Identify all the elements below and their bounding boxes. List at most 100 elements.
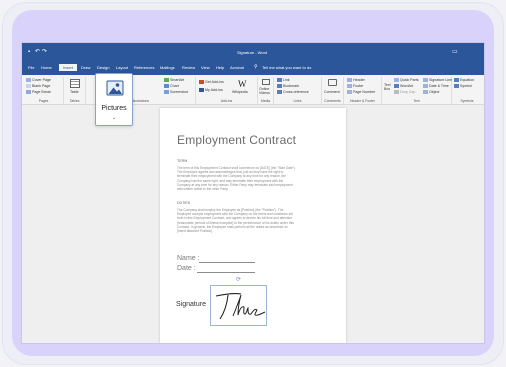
group-addins: Get Add-ins My Add-ins W Wikipedia Add-i… [196, 77, 258, 104]
section-term-heading: TERM [177, 159, 188, 163]
undo-icon[interactable]: ↶ [35, 48, 40, 55]
quick-parts-button[interactable]: Quick Parts [394, 78, 419, 83]
wikipedia-icon[interactable]: W [238, 79, 247, 89]
link-icon [277, 78, 282, 83]
calendar-icon [423, 84, 428, 89]
wordart-label: WordArt [400, 84, 414, 88]
group-tables: Table Tables [64, 77, 86, 104]
save-icon[interactable]: ▪ [28, 49, 30, 55]
page-break-button[interactable]: Page Break [26, 90, 51, 95]
cover-page-icon [26, 78, 31, 83]
my-addins-button[interactable]: My Add-ins [199, 88, 223, 93]
wordart-button[interactable]: WordArt [394, 84, 414, 89]
object-button[interactable]: Object [423, 90, 440, 95]
footer-label: Footer [353, 84, 364, 88]
name-field-line[interactable] [199, 262, 255, 263]
equation-button[interactable]: Equation [454, 78, 474, 83]
tab-draw[interactable]: Draw [81, 65, 90, 70]
table-button[interactable]: Table [70, 90, 79, 94]
bookmark-label: Bookmark [283, 84, 300, 88]
text-box-button[interactable]: Text Box [384, 83, 393, 92]
chart-icon [164, 84, 169, 89]
get-addins-button[interactable]: Get Add-ins [199, 80, 224, 85]
tab-help[interactable]: Help [216, 65, 224, 70]
tab-file[interactable]: File [28, 65, 34, 70]
tab-insert[interactable]: Insert [59, 64, 78, 71]
chart-label: Chart [170, 84, 179, 88]
screenshot-button[interactable]: Screenshot [164, 90, 189, 95]
smartart-icon [164, 78, 169, 83]
blank-page-label: Blank Page [32, 84, 51, 88]
signature-label: Signature [176, 301, 206, 308]
smartart-label: SmartArt [170, 78, 185, 82]
group-links: Link Bookmark Cross-reference Links [274, 77, 322, 104]
smartart-button[interactable]: SmartArt [164, 78, 185, 83]
my-addins-label: My Add-ins [205, 88, 223, 92]
pictures-icon [106, 80, 124, 96]
link-button[interactable]: Link [277, 78, 290, 83]
name-field-label: Name : [177, 255, 200, 262]
blank-page-button[interactable]: Blank Page [26, 84, 51, 89]
redo-icon[interactable]: ↷ [42, 48, 47, 55]
omega-icon [454, 84, 459, 89]
object-label: Object [429, 90, 440, 94]
tell-me-search[interactable]: Tell me what you want to do [262, 65, 311, 70]
chart-button[interactable]: Chart [164, 84, 179, 89]
group-addins-label: Add-ins [220, 99, 233, 103]
date-field-line[interactable] [197, 272, 255, 273]
date-field-label: Date : [177, 265, 196, 272]
bookmark-button[interactable]: Bookmark [277, 84, 300, 89]
group-comments: Comment Comments [322, 77, 344, 104]
tab-layout[interactable]: Layout [116, 65, 128, 70]
rotate-handle-icon[interactable]: ⟳ [236, 276, 241, 283]
cover-page-label: Cover Page [32, 78, 51, 82]
wordart-icon [394, 84, 399, 89]
online-videos-button[interactable]: Online Videos [259, 87, 273, 96]
date-time-button[interactable]: Date & Time [423, 84, 449, 89]
drop-cap-icon [394, 90, 399, 95]
group-text-label: Text [413, 99, 420, 103]
document-title: Employment Contract [177, 133, 297, 147]
header-icon [347, 78, 352, 83]
page-number-button[interactable]: Page Number [347, 90, 376, 95]
link-label: Link [283, 78, 290, 82]
tab-home[interactable]: Home [41, 65, 52, 70]
page-number-icon [347, 90, 352, 95]
drop-cap-button[interactable]: Drop Cap [394, 90, 416, 95]
quick-parts-label: Quick Parts [400, 78, 419, 82]
tab-mailings[interactable]: Mailings [160, 65, 175, 70]
my-addins-icon [199, 88, 204, 93]
pictures-label: Pictures [101, 105, 127, 112]
screenshot-label: Screenshot [170, 90, 189, 94]
comment-icon [328, 79, 337, 86]
group-pages-label: Pages [38, 99, 49, 103]
cover-page-button[interactable]: Cover Page [26, 78, 51, 83]
page-break-icon [26, 90, 31, 95]
cross-reference-button[interactable]: Cross-reference [277, 90, 309, 95]
group-media: Online Videos Media [258, 77, 274, 104]
footer-button[interactable]: Footer [347, 84, 364, 89]
symbol-button[interactable]: Symbol [454, 84, 472, 89]
tab-review[interactable]: Review [182, 65, 195, 70]
chevron-down-icon: ⌄ [111, 115, 117, 121]
tab-acrobat[interactable]: Acrobat [230, 65, 244, 70]
signature-line-button[interactable]: Signature Line [423, 78, 453, 83]
wikipedia-label: Wikipedia [232, 90, 248, 94]
signature-line-label: Signature Line [429, 78, 453, 82]
ribbon-tabs: File Home Insert Draw Design Layout Refe… [22, 63, 484, 75]
tab-references[interactable]: References [134, 65, 154, 70]
tab-view[interactable]: View [201, 65, 210, 70]
header-button[interactable]: Header [347, 78, 365, 83]
page-number-label: Page Number [353, 90, 376, 94]
pi-icon [454, 78, 459, 83]
pictures-button[interactable]: Pictures ⌄ [95, 73, 133, 126]
account-icon[interactable]: ▭ [452, 48, 458, 55]
store-icon [199, 80, 204, 85]
tab-design[interactable]: Design [97, 65, 109, 70]
group-symbols-label: Symbols [460, 99, 474, 103]
symbol-label: Symbol [460, 84, 472, 88]
drop-cap-label: Drop Cap [400, 90, 416, 94]
group-symbols: Equation Symbol Symbols [452, 77, 482, 104]
signature-image[interactable] [210, 285, 267, 326]
comment-button[interactable]: Comment [324, 90, 340, 94]
